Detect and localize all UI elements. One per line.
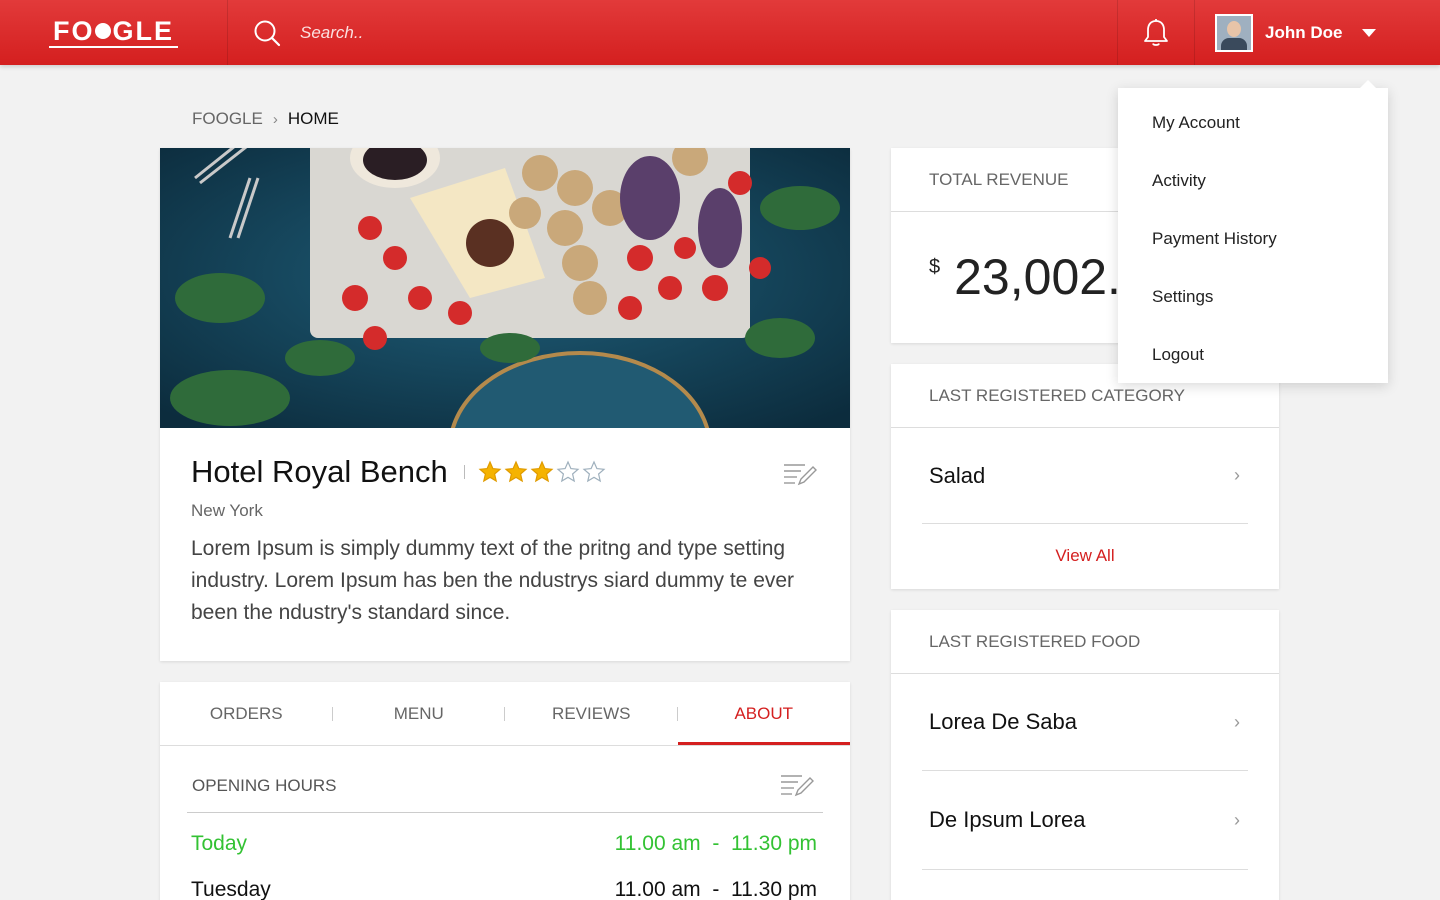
divider — [463, 465, 465, 479]
hotel-city: New York — [191, 501, 263, 520]
breadcrumb-current: HOME — [287, 109, 339, 128]
star-filled-icon[interactable] — [530, 460, 554, 484]
hotel-card: Hotel Royal Bench New York Lorem Ipsum i… — [160, 148, 850, 661]
opening-hours-title: OPENING HOURS — [192, 776, 337, 795]
menu-item-payment-history[interactable]: Payment History — [1118, 210, 1388, 268]
bell-icon — [1144, 18, 1168, 46]
star-rating[interactable] — [478, 460, 608, 484]
notifications-button[interactable] — [1118, 0, 1195, 65]
menu-item-logout[interactable]: Logout — [1118, 326, 1388, 384]
logo-cell[interactable]: FO GLE — [0, 0, 228, 65]
revenue-value: 23,002. — [954, 249, 1121, 305]
top-bar: FOGLE John Doe — [0, 0, 1440, 65]
star-empty-icon[interactable] — [556, 460, 580, 484]
hotel-hero-image — [160, 148, 850, 428]
edit-icon[interactable] — [783, 462, 817, 488]
search-input[interactable] — [300, 22, 800, 43]
tab-about[interactable]: ABOUT — [677, 682, 850, 745]
hours-range: 11.00 am - 11.30 pm — [615, 832, 817, 856]
hours-range: 11.00 am - 11.30 pm — [615, 878, 817, 900]
currency-symbol: $ — [929, 256, 941, 278]
avatar[interactable] — [1215, 13, 1253, 52]
food-name: De Ipsum Lorea — [929, 807, 1086, 832]
food-card: LAST REGISTERED FOOD Lorea De Saba › De … — [891, 610, 1279, 900]
hours-row-tuesday: Tuesday 11.00 am - 11.30 pm — [191, 878, 817, 900]
hours-sep: - — [712, 832, 720, 855]
star-empty-icon[interactable] — [582, 460, 606, 484]
tab-label: ORDERS — [209, 703, 283, 723]
hotel-description: Lorem Ipsum is simply dummy text of the … — [191, 537, 795, 624]
list-item[interactable]: De Ipsum Lorea › — [922, 771, 1248, 870]
hotel-name: Hotel Royal Bench — [191, 454, 448, 489]
hours-sep: - — [712, 878, 720, 900]
search-bar — [228, 0, 1118, 65]
tab-reviews[interactable]: REVIEWS — [505, 682, 678, 745]
list-item[interactable]: Lorea De Saba › — [922, 674, 1248, 771]
hours-close: 11.30 pm — [731, 832, 817, 855]
view-all-link[interactable]: View All — [891, 524, 1279, 588]
hours-day: Today — [191, 832, 248, 855]
chevron-right-icon: › — [1234, 809, 1240, 830]
food-name: Lorea De Saba — [929, 709, 1077, 734]
tab-bar: ORDERS MENU REVIEWS ABOUT — [160, 682, 850, 746]
edit-icon[interactable] — [780, 773, 814, 799]
menu-item-activity[interactable]: Activity — [1118, 152, 1388, 210]
hours-open: 11.00 am — [614, 878, 701, 900]
star-filled-icon[interactable] — [478, 460, 502, 484]
menu-item-my-account[interactable]: My Account — [1118, 94, 1388, 152]
list-item[interactable]: Salad › — [922, 428, 1248, 524]
hours-close: 11.30 pm — [731, 878, 817, 900]
hours-day: Tuesday — [191, 878, 271, 900]
search-icon[interactable] — [252, 18, 282, 48]
tab-label: REVIEWS — [552, 703, 631, 723]
chevron-right-icon: › — [272, 110, 278, 128]
divider — [187, 812, 823, 813]
tab-label: ABOUT — [734, 703, 794, 723]
food-title: LAST REGISTERED FOOD — [891, 610, 1279, 674]
user-dropdown-menu: My Account Activity Payment History Sett… — [1118, 80, 1388, 384]
menu-item-settings[interactable]: Settings — [1118, 268, 1388, 326]
user-name[interactable]: John Doe — [1265, 23, 1342, 43]
tab-orders[interactable]: ORDERS — [160, 682, 333, 745]
hours-open: 11.00 am — [614, 832, 701, 855]
chevron-right-icon: › — [1234, 711, 1240, 732]
breadcrumb-root[interactable]: FOOGLE — [192, 109, 263, 129]
tab-label: MENU — [393, 703, 444, 723]
user-menu[interactable]: John Doe — [1195, 0, 1440, 65]
category-card: LAST REGISTERED CATEGORY Salad › View Al… — [891, 364, 1279, 589]
category-name: Salad — [929, 462, 986, 488]
hours-row-today: Today 11.00 am - 11.30 pm — [191, 832, 817, 856]
chevron-right-icon: › — [1234, 465, 1240, 485]
tab-menu[interactable]: MENU — [333, 682, 505, 745]
details-card: ORDERS MENU REVIEWS ABOUT OPENING HOURS … — [160, 682, 850, 900]
breadcrumb: FOOGLE › HOME — [192, 109, 339, 129]
caret-down-icon[interactable] — [1362, 28, 1377, 37]
hotel-title-row: Hotel Royal Bench — [191, 454, 608, 490]
star-filled-icon[interactable] — [504, 460, 528, 484]
logo[interactable]: FO GLE — [48, 17, 178, 48]
